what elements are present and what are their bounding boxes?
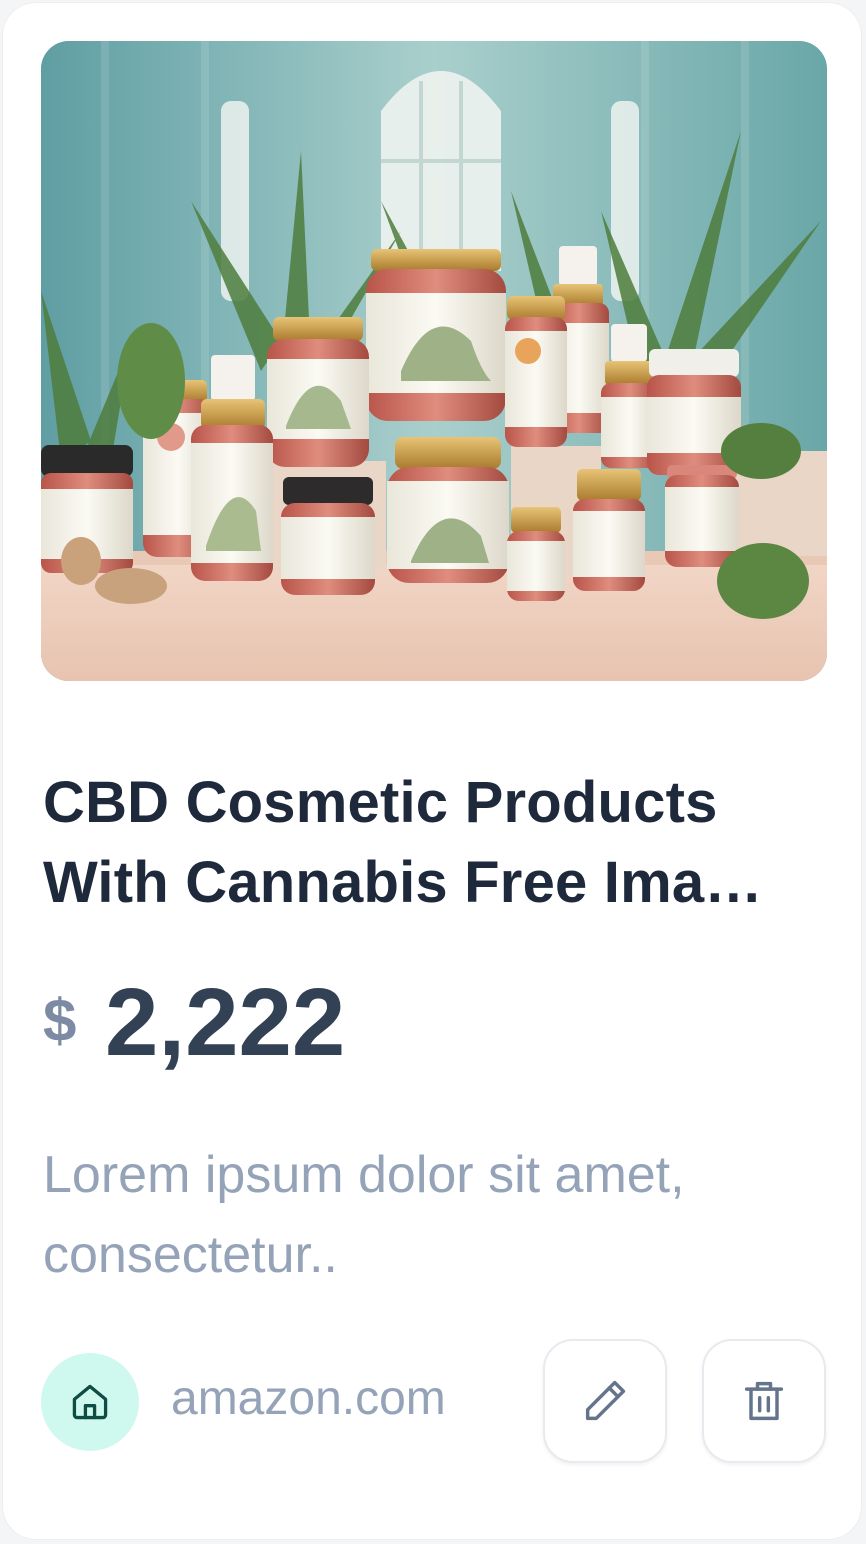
trash-icon bbox=[744, 1381, 784, 1421]
store-link[interactable]: amazon.com bbox=[171, 1371, 446, 1426]
currency-symbol: $ bbox=[43, 987, 77, 1054]
edit-button[interactable] bbox=[543, 1339, 667, 1463]
home-icon bbox=[72, 1384, 108, 1420]
product-description: Lorem ipsum dolor sit amet, consectetur.… bbox=[43, 1146, 685, 1284]
product-photo-illustration bbox=[41, 41, 827, 681]
product-image[interactable] bbox=[41, 41, 827, 681]
store-avatar bbox=[41, 1353, 139, 1451]
delete-button[interactable] bbox=[702, 1339, 826, 1463]
product-card: CBD Cosmetic Products With Cannabis Free… bbox=[2, 2, 862, 1540]
product-title: CBD Cosmetic Products With Cannabis Free… bbox=[43, 770, 763, 915]
price-amount: 2,222 bbox=[105, 969, 346, 1076]
pencil-icon bbox=[585, 1380, 626, 1421]
